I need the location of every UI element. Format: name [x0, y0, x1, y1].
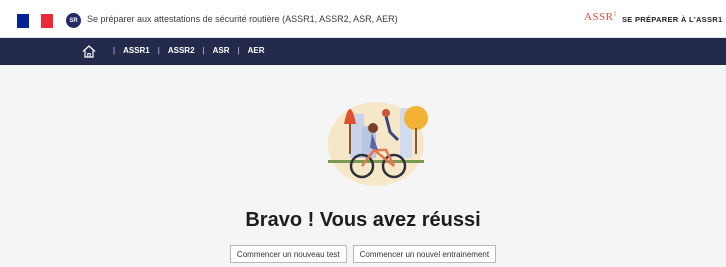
assr-logo-sup: 1 — [613, 11, 618, 18]
home-icon[interactable] — [82, 45, 96, 58]
nav-separator: | — [202, 46, 205, 55]
nav-separator: | — [157, 46, 160, 55]
top-header: SR Se préparer aux attestations de sécur… — [0, 0, 726, 38]
assr-logo[interactable]: ASSR1 — [584, 11, 617, 23]
nav-separator: | — [113, 46, 116, 55]
nav-item-assr2[interactable]: ASSR2 — [168, 46, 195, 55]
nav-item-aer[interactable]: AER — [248, 46, 265, 55]
cyclist-illustration — [328, 102, 428, 186]
new-training-button[interactable]: Commencer un nouvel entrainement — [352, 245, 497, 263]
new-test-button[interactable]: Commencer un nouveau test — [229, 245, 347, 263]
main-navbar: | ASSR1 | ASSR2 | ASR | AER — [0, 38, 726, 65]
nav-item-assr1[interactable]: ASSR1 — [123, 46, 150, 55]
securite-routiere-badge: SR — [66, 13, 81, 28]
french-flag-logo[interactable] — [17, 14, 53, 28]
prepare-assr1-link[interactable]: SE PRÉPARER À L'ASSR1 — [622, 15, 722, 24]
assr-logo-text: ASSR — [584, 11, 614, 23]
nav-items: | ASSR1 | ASSR2 | ASR | AER — [105, 46, 264, 55]
site-title[interactable]: Se préparer aux attestations de sécurité… — [87, 14, 398, 24]
action-buttons: Commencer un nouveau test Commencer un n… — [0, 245, 726, 263]
success-headline: Bravo ! Vous avez réussi — [245, 209, 481, 231]
nav-item-asr[interactable]: ASR — [213, 46, 230, 55]
nav-separator: | — [237, 46, 240, 55]
